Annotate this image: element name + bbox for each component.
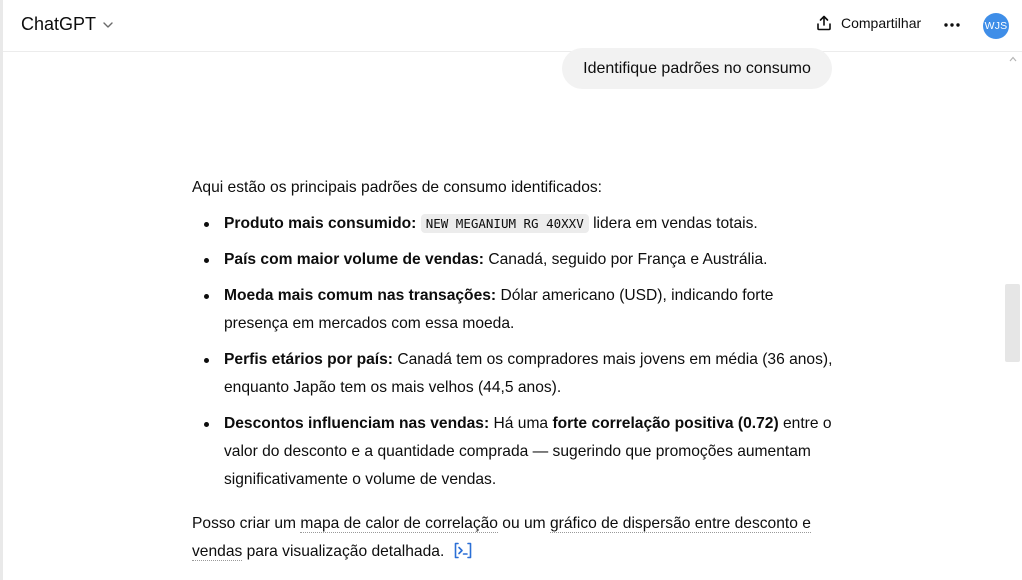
scatter-suggestion-link-cont[interactable]: vendas bbox=[192, 543, 243, 561]
user-message-text: Identifique padrões no consumo bbox=[583, 59, 811, 77]
sidebar-edge bbox=[0, 0, 3, 580]
item-title: Perfis etários por país: bbox=[224, 351, 393, 368]
item-text: Canadá, seguido por França e Austrália. bbox=[484, 251, 768, 268]
scatter-suggestion-link[interactable]: gráfico de dispersão entre desconto e bbox=[549, 515, 811, 533]
closing-paragraph: Posso criar um mapa de calor de correlaç… bbox=[192, 510, 837, 566]
share-button[interactable]: Compartilhar bbox=[815, 14, 921, 32]
list-item: Produto mais consumido: NEW MEGANIUM RG … bbox=[192, 210, 837, 238]
assistant-message: Aqui estão os principais padrões de cons… bbox=[192, 174, 837, 566]
product-code: NEW MEGANIUM RG 40XXV bbox=[420, 214, 589, 233]
item-title: Moeda mais comum nas transações: bbox=[224, 287, 497, 304]
item-title: Descontos influenciam nas vendas: bbox=[224, 415, 490, 432]
chevron-up-icon[interactable] bbox=[1009, 56, 1017, 62]
chevron-down-icon bbox=[103, 21, 113, 28]
heatmap-suggestion-link[interactable]: mapa de calor de correlação bbox=[300, 515, 498, 533]
list-item: Moeda mais comum nas transações: Dólar a… bbox=[192, 282, 837, 338]
scrollbar[interactable] bbox=[1003, 52, 1022, 580]
list-item: País com maior volume de vendas: Canadá,… bbox=[192, 246, 837, 274]
top-bar: ChatGPT Compartilhar WJS bbox=[3, 0, 1022, 52]
list-item: Perfis etários por país: Canadá tem os c… bbox=[192, 346, 837, 402]
user-message-bubble: Identifique padrões no consumo bbox=[562, 48, 832, 89]
avatar[interactable]: WJS bbox=[983, 13, 1009, 39]
closing-text: ou um bbox=[497, 515, 550, 532]
closing-text: para visualização detalhada. bbox=[242, 543, 445, 560]
item-title: Produto mais consumido: bbox=[224, 215, 417, 232]
assistant-intro: Aqui estão os principais padrões de cons… bbox=[192, 179, 603, 196]
model-name: ChatGPT bbox=[21, 14, 97, 34]
item-text: Há uma bbox=[489, 415, 553, 432]
list-item: Descontos influenciam nas vendas: Há uma… bbox=[192, 410, 837, 494]
item-title: País com maior volume de vendas: bbox=[224, 251, 484, 268]
more-horizontal-icon bbox=[944, 23, 960, 27]
bullet-dot bbox=[204, 222, 209, 227]
correlation-highlight: forte correlação positiva (0.72) bbox=[552, 415, 779, 432]
more-options-button[interactable] bbox=[941, 14, 963, 36]
model-selector[interactable]: ChatGPT bbox=[21, 14, 114, 35]
code-interpreter-icon[interactable] bbox=[453, 542, 473, 559]
bullet-dot bbox=[204, 358, 209, 363]
share-label: Compartilhar bbox=[841, 15, 922, 31]
item-text: lidera em vendas totais. bbox=[588, 215, 758, 232]
bullet-dot bbox=[204, 294, 209, 299]
bullet-dot bbox=[204, 422, 209, 427]
closing-text: Posso criar um bbox=[192, 515, 301, 532]
insights-list: Produto mais consumido: NEW MEGANIUM RG … bbox=[192, 210, 837, 494]
scrollbar-thumb[interactable] bbox=[1005, 284, 1020, 362]
share-icon bbox=[817, 15, 831, 31]
bullet-dot bbox=[204, 258, 209, 263]
